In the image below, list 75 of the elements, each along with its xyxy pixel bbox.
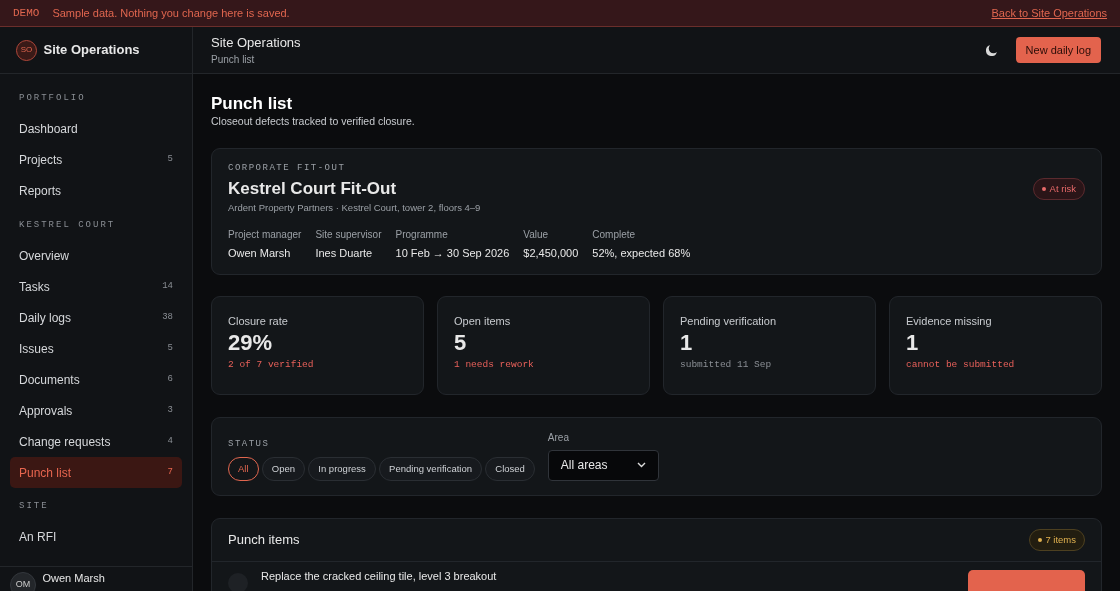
sidebar-item[interactable]: Issues 5 <box>10 333 182 364</box>
sidebar-item[interactable]: Reports <box>10 175 182 207</box>
project-meta: Ardent Property Partners · Kestrel Court, tower 2, floors 4–9 <box>228 201 482 216</box>
stat-note: submitted 11 Sep <box>680 358 773 372</box>
section-heading: SITE <box>18 500 50 513</box>
fact-label: Complete <box>592 228 637 243</box>
brand-avatar: SO <box>16 39 37 61</box>
fact-value: $2,450,000 <box>523 246 579 262</box>
item-count: 5 <box>167 153 173 167</box>
stat-note: cannot be submitted <box>906 358 1016 372</box>
section-heading: PORTFOLIO <box>18 92 87 105</box>
status-filter[interactable]: Pending verification <box>379 456 482 481</box>
banner-message: Sample data. Nothing you change here is saved. <box>52 5 290 21</box>
fact-label: Value <box>523 228 550 243</box>
stat-note: 1 needs rework <box>454 358 535 372</box>
stat-value: 1 <box>906 329 920 358</box>
stat-value: 1 <box>680 329 694 358</box>
project-name: Kestrel Court Fit-Out <box>228 177 398 200</box>
back-link[interactable]: Back to Site Operations <box>991 4 1107 22</box>
sidebar-item[interactable]: Tasks 14 <box>10 271 182 302</box>
sidebar-item[interactable]: Overview <box>10 240 182 271</box>
header-title: Site Operations <box>211 33 301 52</box>
sidebar-item[interactable]: Approvals 3 <box>10 395 182 426</box>
item-count: 6 <box>167 372 173 386</box>
item-title: Replace the cracked ceiling tile, level 3 breakout <box>261 569 497 585</box>
section-heading: KESTREL COURT <box>18 218 117 232</box>
item-count: 4 <box>167 434 173 448</box>
stat-value: 29% <box>228 329 274 358</box>
brand-name: Site Operations <box>43 41 140 60</box>
fact-value: Ines Duarte <box>315 246 374 262</box>
stat-note: 2 of 7 verified <box>228 358 315 372</box>
project-category: CORPORATE FIT-OUT <box>228 162 347 176</box>
filter-label: STATUS <box>228 438 271 452</box>
item-count: 3 <box>167 403 173 417</box>
sidebar-item[interactable]: An RFI <box>10 521 182 553</box>
item-count: 38 <box>162 310 173 324</box>
new-log-button[interactable]: New daily log <box>1015 36 1101 64</box>
sidebar-item[interactable]: Dashboard <box>10 113 182 145</box>
breadcrumb: Punch list <box>211 53 256 68</box>
sidebar-item[interactable]: Documents 6 <box>10 364 182 395</box>
stat-label: Open items <box>454 313 512 329</box>
panel-title: Punch items <box>228 531 300 550</box>
stat-value: 5 <box>454 329 468 358</box>
item-count: 5 <box>167 341 173 355</box>
user-avatar: OM <box>10 572 36 591</box>
moon-icon[interactable] <box>985 44 997 56</box>
fact-label: Programme <box>395 228 449 243</box>
fact-label: Site supervisor <box>315 228 382 243</box>
stat-label: Evidence missing <box>906 313 993 329</box>
sidebar-item[interactable]: Daily logs 38 <box>10 302 182 333</box>
chevron-icon <box>636 462 646 469</box>
status-filter[interactable]: Open <box>261 456 306 481</box>
stat-label: Pending verification <box>680 313 777 329</box>
user-name: Owen Marsh <box>42 571 105 586</box>
sidebar-item[interactable]: Punch list 7 <box>10 457 182 488</box>
fact-label: Project manager <box>228 228 302 243</box>
fact-value: Owen Marsh <box>228 246 292 262</box>
status-filter[interactable]: In progress <box>308 456 376 481</box>
area-select[interactable]: All areas <box>547 449 659 481</box>
count-text: 7 items <box>1045 532 1076 547</box>
dot-icon <box>1038 538 1043 542</box>
area-label: Area <box>547 430 570 445</box>
demo-tag: DEMO <box>13 4 40 22</box>
status-filter[interactable]: Closed <box>485 456 535 481</box>
stat-label: Closure rate <box>228 313 289 329</box>
page-title: Punch list <box>211 94 294 115</box>
item-count: 7 <box>167 465 173 479</box>
sidebar-item[interactable]: Change requests 4 <box>10 426 182 457</box>
page-subtitle: Closeout defects tracked to verified closure. <box>211 114 416 130</box>
fact-value: 10 Feb → 30 Sep 2026 <box>395 246 510 262</box>
dot-icon <box>1042 187 1047 192</box>
item-count: 14 <box>162 279 173 293</box>
sidebar-item[interactable]: Projects 5 <box>10 144 182 176</box>
fact-value: 52%, expected 68% <box>592 246 691 262</box>
status-text: At risk <box>1049 182 1076 197</box>
